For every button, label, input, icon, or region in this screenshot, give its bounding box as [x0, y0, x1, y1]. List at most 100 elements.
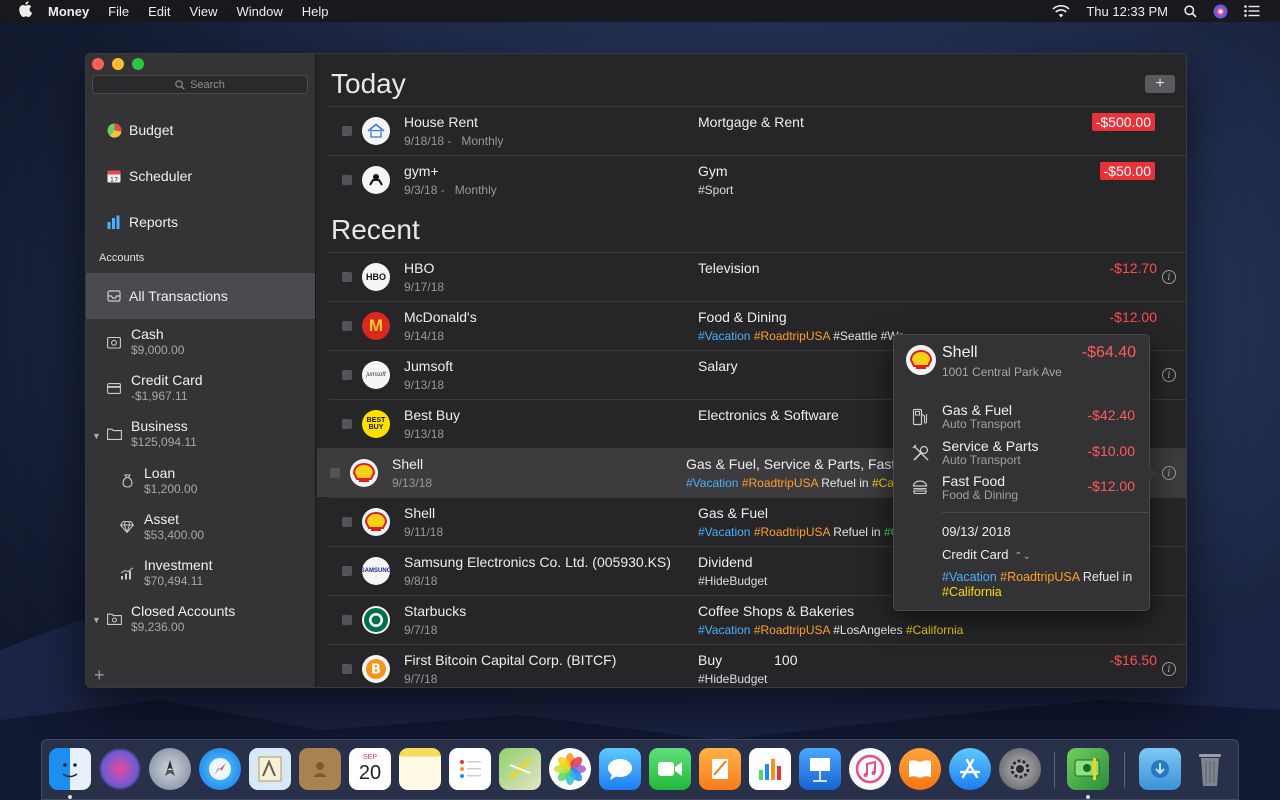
- minimize-window-button[interactable]: [112, 58, 124, 70]
- today-heading: Today: [331, 68, 406, 99]
- row-checkbox[interactable]: [330, 468, 340, 478]
- tag[interactable]: #HideBudget: [698, 574, 767, 588]
- popover-account-select[interactable]: Credit Card ⌃⌄: [942, 547, 1031, 562]
- payee-name: Shell: [392, 456, 424, 472]
- messages-icon[interactable]: [599, 748, 641, 790]
- photos-icon[interactable]: [549, 748, 591, 790]
- siri-icon[interactable]: [1213, 4, 1228, 19]
- app-store-icon[interactable]: [949, 748, 991, 790]
- facetime-icon[interactable]: [649, 748, 691, 790]
- mail-stamp-icon[interactable]: [249, 748, 291, 790]
- row-checkbox[interactable]: [342, 664, 352, 674]
- menu-view[interactable]: View: [190, 4, 218, 19]
- add-account-button[interactable]: +: [94, 665, 105, 686]
- disclosure-triangle-icon[interactable]: ▼: [92, 615, 101, 625]
- table-row[interactable]: House Rent 9/18/18 - Monthly Mortgage & …: [329, 106, 1186, 155]
- sidebar-item-scheduler[interactable]: 17 Scheduler: [86, 166, 315, 186]
- tag[interactable]: #Sport: [698, 183, 733, 197]
- popover-date-field[interactable]: 09/13/ 2018: [942, 524, 1011, 539]
- finder-icon[interactable]: [49, 748, 91, 790]
- zoom-window-button[interactable]: [132, 58, 144, 70]
- category: Mortgage & Rent: [698, 114, 804, 130]
- siri-app-icon[interactable]: [99, 748, 141, 790]
- row-checkbox[interactable]: [342, 615, 352, 625]
- sidebar-item-label: Reports: [129, 214, 179, 230]
- tag[interactable]: #HideBudget: [698, 672, 767, 686]
- table-row[interactable]: B First Bitcoin Capital Corp. (BITCF) 9/…: [329, 644, 1186, 687]
- sidebar-item-reports[interactable]: Reports: [86, 212, 315, 232]
- account-balance: $125,094.11: [131, 435, 197, 449]
- disclosure-triangle-icon[interactable]: ▼: [92, 431, 101, 441]
- row-checkbox[interactable]: [342, 175, 352, 185]
- itunes-icon[interactable]: [849, 748, 891, 790]
- trash-icon[interactable]: [1189, 748, 1231, 790]
- close-window-button[interactable]: [92, 58, 104, 70]
- account-balance: -$1,967.11: [131, 389, 188, 403]
- menu-window[interactable]: Window: [236, 4, 282, 19]
- menu-help[interactable]: Help: [302, 4, 329, 19]
- table-row[interactable]: HBO HBO 9/17/18 Television -$12.70 i: [329, 252, 1186, 301]
- numbers-icon[interactable]: [749, 748, 791, 790]
- system-preferences-icon[interactable]: [999, 748, 1041, 790]
- sidebar-item-budget[interactable]: Budget: [86, 120, 315, 140]
- sidebar-item-all-transactions[interactable]: All Transactions: [86, 286, 315, 306]
- account-credit-card[interactable]: Credit Card -$1,967.11: [106, 372, 203, 403]
- account-asset[interactable]: Asset $53,400.00: [119, 511, 204, 542]
- split-service-parts[interactable]: Service & Parts Auto Transport -$10.00: [894, 438, 1149, 472]
- row-checkbox[interactable]: [342, 517, 352, 527]
- safari-icon[interactable]: [199, 748, 241, 790]
- wallet-icon: [106, 334, 122, 350]
- maps-icon[interactable]: [499, 748, 541, 790]
- money-app-icon[interactable]: [1067, 748, 1109, 790]
- account-investment[interactable]: Investment $70,494.11: [119, 557, 212, 588]
- row-checkbox[interactable]: [342, 370, 352, 380]
- popover-address[interactable]: 1001 Central Park Ave: [942, 365, 1062, 379]
- split-gas-fuel[interactable]: Gas & Fuel Auto Transport -$42.40: [894, 402, 1149, 436]
- info-icon[interactable]: i: [1162, 368, 1176, 382]
- account-closed-accounts[interactable]: Closed Accounts $9,236.00: [106, 603, 235, 634]
- contacts-icon[interactable]: [299, 748, 341, 790]
- row-checkbox[interactable]: [342, 566, 352, 576]
- account-cash[interactable]: Cash $9,000.00: [106, 326, 184, 357]
- notes-icon[interactable]: [399, 748, 441, 790]
- menu-clock[interactable]: Thu 12:33 PM: [1086, 4, 1168, 19]
- account-business[interactable]: Business $125,094.11: [106, 418, 197, 449]
- apple-icon[interactable]: [18, 1, 34, 21]
- table-row[interactable]: gym+ 9/3/18 - Monthly Gym #Sport -$50.00: [329, 155, 1186, 204]
- add-transaction-button[interactable]: +: [1145, 75, 1175, 93]
- row-checkbox[interactable]: [342, 321, 352, 331]
- row-checkbox[interactable]: [342, 272, 352, 282]
- downloads-folder-icon[interactable]: [1139, 748, 1181, 790]
- keynote-icon[interactable]: [799, 748, 841, 790]
- info-icon[interactable]: i: [1162, 662, 1176, 676]
- popover-total[interactable]: -$64.40: [1082, 344, 1136, 362]
- calendar-app-icon[interactable]: SEP 20: [349, 748, 391, 790]
- row-checkbox[interactable]: [342, 419, 352, 429]
- row-checkbox[interactable]: [342, 126, 352, 136]
- account-loan[interactable]: Loan $1,200.00: [119, 465, 197, 496]
- wifi-icon[interactable]: [1052, 4, 1070, 18]
- popover-tags-field[interactable]: #Vacation #RoadtripUSA Refuel in #Califo…: [942, 570, 1142, 600]
- payee-name: McDonald's: [404, 309, 477, 325]
- sidebar-item-label: All Transactions: [129, 288, 228, 304]
- menu-edit[interactable]: Edit: [148, 4, 170, 19]
- window-controls: [92, 58, 144, 70]
- info-icon[interactable]: i: [1162, 466, 1176, 480]
- reminders-icon[interactable]: [449, 748, 491, 790]
- notification-center-icon[interactable]: [1244, 5, 1260, 17]
- category: Salary: [698, 358, 738, 374]
- svg-text:B: B: [371, 663, 381, 678]
- menu-file[interactable]: File: [108, 4, 129, 19]
- tags: #Vacation #RoadtripUSA #Seattle #Wa: [698, 329, 905, 343]
- search-input[interactable]: Search: [92, 75, 308, 94]
- books-icon[interactable]: [899, 748, 941, 790]
- split-fast-food[interactable]: Fast Food Food & Dining -$12.00: [894, 473, 1149, 507]
- launchpad-icon[interactable]: [149, 748, 191, 790]
- category: Buy 100: [698, 652, 798, 668]
- popover-payee[interactable]: Shell: [942, 344, 978, 362]
- pages-icon[interactable]: [699, 748, 741, 790]
- info-icon[interactable]: i: [1162, 270, 1176, 284]
- spotlight-search-icon[interactable]: [1184, 4, 1197, 18]
- transaction-detail-popover[interactable]: Shell 1001 Central Park Ave -$64.40 Gas …: [893, 334, 1157, 611]
- menu-app-name[interactable]: Money: [48, 4, 89, 19]
